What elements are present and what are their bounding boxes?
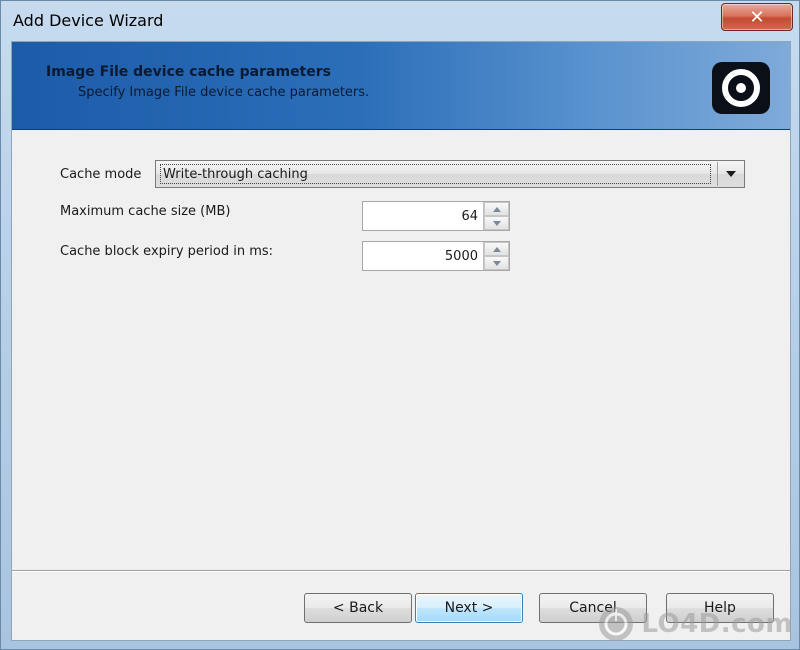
expiry-period-input[interactable] [363,242,483,270]
wizard-window: Add Device Wizard ✕ Image File device ca… [0,0,800,650]
cache-mode-dropdown[interactable]: Write-through caching [155,160,745,188]
expiry-period-stepper [362,241,510,271]
expiry-period-spin-buttons [483,242,509,270]
footer-divider [12,570,790,572]
spin-down-icon[interactable] [484,256,509,270]
watermark-logo-icon [599,607,634,641]
next-button[interactable]: Next > [415,593,523,623]
spin-up-icon[interactable] [484,202,509,216]
page-title: Image File device cache parameters [46,64,331,80]
spin-up-icon[interactable] [484,242,509,256]
wizard-client-area: Image File device cache parameters Speci… [11,41,791,641]
expiry-period-label: Cache block expiry period in ms: [60,244,274,259]
watermark: LO4D.com [597,605,793,643]
close-button[interactable]: ✕ [721,3,793,31]
disk-target-icon [712,62,770,114]
page-subtitle: Specify Image File device cache paramete… [78,85,370,100]
cache-mode-label: Cache mode [60,167,142,182]
max-cache-size-input[interactable] [363,202,483,230]
wizard-header: Image File device cache parameters Speci… [12,42,790,130]
back-button[interactable]: < Back [304,593,412,623]
spin-down-icon[interactable] [484,216,509,230]
max-cache-size-spin-buttons [483,202,509,230]
close-icon: ✕ [749,6,765,28]
max-cache-size-stepper [362,201,510,231]
cache-mode-value: Write-through caching [160,164,711,184]
window-title: Add Device Wizard [13,11,164,30]
chevron-down-icon[interactable] [718,161,744,187]
watermark-text: LO4D.com [641,609,793,639]
title-bar[interactable]: Add Device Wizard ✕ [1,1,799,41]
max-cache-size-label: Maximum cache size (MB) [60,204,231,219]
